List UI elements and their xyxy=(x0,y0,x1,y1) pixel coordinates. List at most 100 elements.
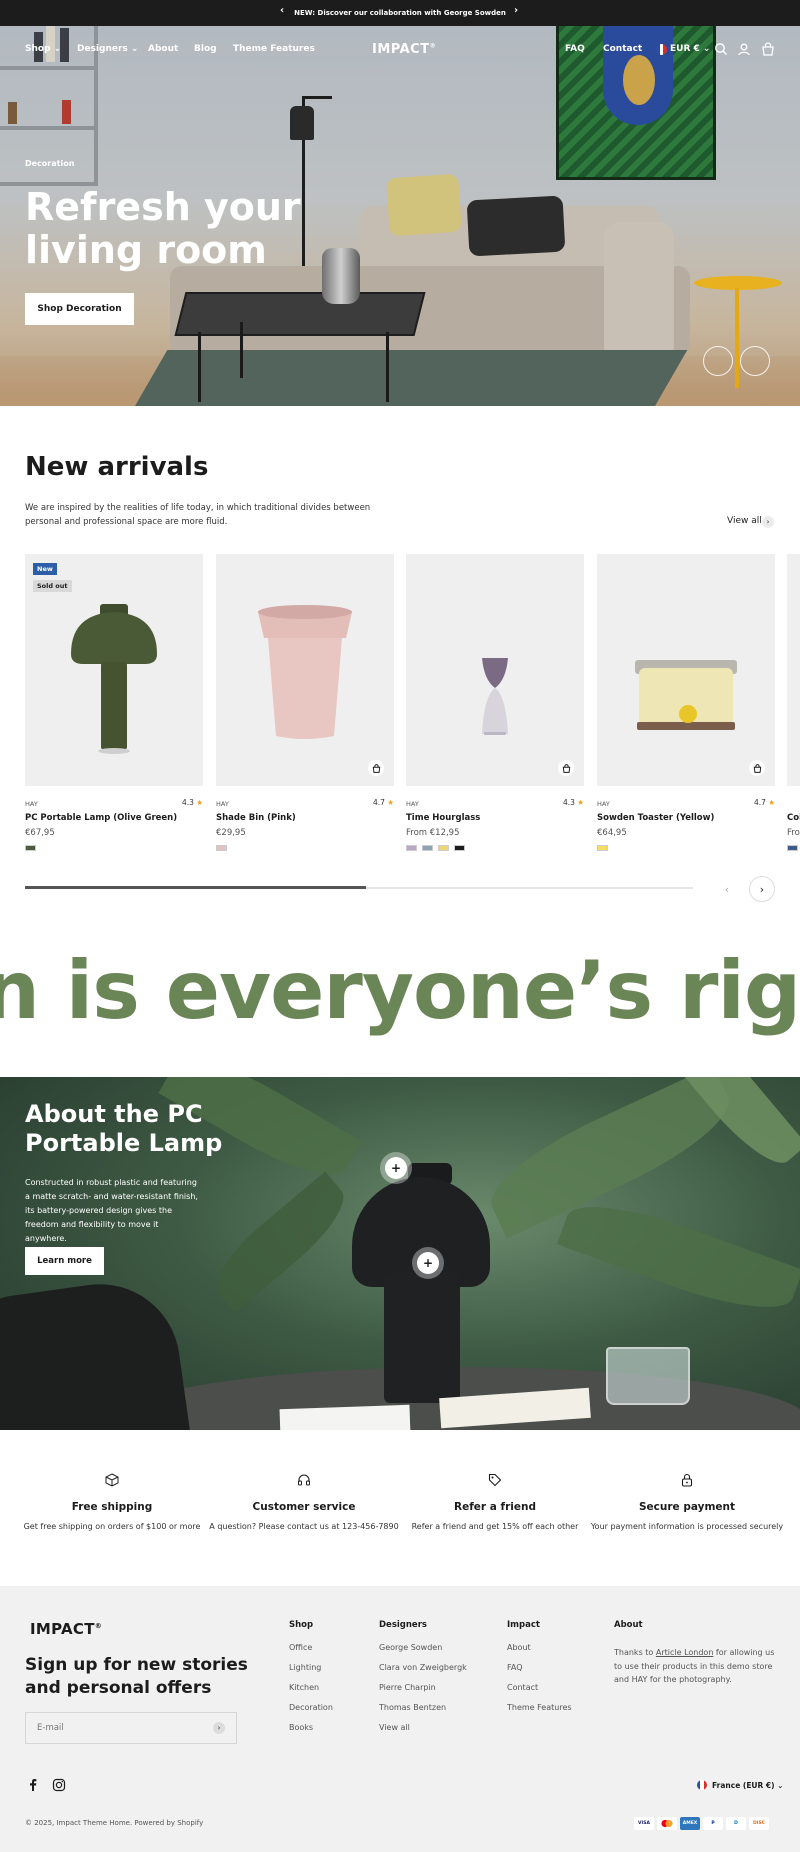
footer-link[interactable]: Kitchen xyxy=(289,1683,333,1703)
footer-link[interactable]: About xyxy=(507,1643,572,1663)
article-london-link[interactable]: Article London xyxy=(656,1648,714,1657)
logo[interactable]: IMPACT® xyxy=(372,42,436,57)
search-icon[interactable] xyxy=(714,42,728,56)
product-card[interactable]: New Sold out HAY 4.3 ★ PC Portable Lamp … xyxy=(25,554,203,851)
currency-selector[interactable]: EUR € ⌄ xyxy=(670,44,710,54)
product-hotspot[interactable]: + xyxy=(380,1152,412,1184)
view-all-link[interactable]: View all xyxy=(727,516,762,526)
feature-free-shipping: Free shipping Get free shipping on order… xyxy=(12,1472,212,1531)
product-name[interactable]: Col xyxy=(787,813,800,823)
feature-title: Customer service xyxy=(252,1501,356,1513)
nav-blog[interactable]: Blog xyxy=(194,44,217,54)
product-image[interactable]: New Sold out xyxy=(25,554,203,786)
product-name[interactable]: Time Hourglass xyxy=(406,813,584,823)
nav-shop[interactable]: Shop ⌄ xyxy=(25,44,61,54)
carousel-scrollbar-thumb[interactable] xyxy=(25,886,366,889)
about-lamp-title: About the PC Portable Lamp xyxy=(25,1100,223,1157)
footer-column-title: Impact xyxy=(507,1620,540,1630)
color-swatch[interactable] xyxy=(422,845,433,851)
footer-link[interactable]: Decoration xyxy=(289,1703,333,1723)
hero-slide-prev-button[interactable] xyxy=(703,346,733,376)
color-swatch[interactable] xyxy=(454,845,465,851)
carousel-prev-button[interactable]: ‹ xyxy=(714,876,740,902)
shop-decoration-button[interactable]: Shop Decoration xyxy=(25,293,134,325)
footer-link[interactable]: Clara von Zweigbergk xyxy=(379,1663,467,1683)
about-lamp-text: Constructed in robust plastic and featur… xyxy=(25,1178,198,1243)
hero-slide-next-button[interactable] xyxy=(740,346,770,376)
nav-designers[interactable]: Designers ⌄ xyxy=(77,44,138,54)
box-icon xyxy=(105,1473,119,1487)
footer-link[interactable]: Thomas Bentzen xyxy=(379,1703,467,1723)
facebook-icon[interactable] xyxy=(26,1778,40,1792)
footer-link[interactable]: FAQ xyxy=(507,1663,572,1683)
feature-text: Your payment information is processed se… xyxy=(590,1522,784,1531)
footer-link[interactable]: Lighting xyxy=(289,1663,333,1683)
quick-add-button[interactable] xyxy=(749,760,765,776)
nav-about[interactable]: About xyxy=(148,44,178,54)
product-card-partial[interactable]: Col From xyxy=(787,554,800,854)
learn-more-button[interactable]: Learn more xyxy=(25,1247,104,1275)
color-swatch[interactable] xyxy=(438,845,449,851)
paypal-icon: P xyxy=(703,1817,723,1830)
newsletter-title: Sign up for new stories and personal off… xyxy=(25,1655,248,1698)
product-vendor: HAY xyxy=(216,800,229,808)
product-name[interactable]: Sowden Toaster (Yellow) xyxy=(597,813,775,823)
country-selector[interactable]: France (EUR €) ⌄ xyxy=(712,1781,783,1790)
product-rating: 4.7 ★ xyxy=(753,798,775,807)
nav-contact[interactable]: Contact xyxy=(603,44,642,54)
newsletter-submit-button[interactable]: › xyxy=(213,1722,225,1734)
color-swatch[interactable] xyxy=(216,845,227,851)
announcement-prev-button[interactable]: ‹ xyxy=(280,5,284,16)
cart-icon[interactable] xyxy=(761,42,775,56)
product-card[interactable]: HAY 4.7 ★ Sowden Toaster (Yellow) €64,95 xyxy=(597,554,775,851)
email-input[interactable]: E-mail xyxy=(25,1712,237,1744)
view-all-arrow-icon[interactable]: › xyxy=(762,516,774,528)
hero-eyebrow: Decoration xyxy=(25,159,75,168)
product-image[interactable] xyxy=(216,554,394,786)
footer-column-title: Designers xyxy=(379,1620,427,1630)
footer-logo[interactable]: IMPACT® xyxy=(30,1620,102,1638)
quick-add-button[interactable] xyxy=(368,760,384,776)
instagram-icon[interactable] xyxy=(52,1778,66,1792)
mastercard-icon xyxy=(657,1817,677,1830)
product-image[interactable] xyxy=(597,554,775,786)
carousel-next-button[interactable]: › xyxy=(749,876,775,902)
footer-link[interactable]: View all xyxy=(379,1723,467,1743)
tag-icon xyxy=(488,1473,502,1487)
nav-faq[interactable]: FAQ xyxy=(565,44,585,54)
product-vendor: HAY xyxy=(25,800,38,808)
footer-link[interactable]: Books xyxy=(289,1723,333,1743)
product-name[interactable]: Shade Bin (Pink) xyxy=(216,813,394,823)
footer-link[interactable]: Pierre Charpin xyxy=(379,1683,467,1703)
product-card[interactable]: HAY 4.7 ★ Shade Bin (Pink) €29,95 xyxy=(216,554,394,851)
color-swatch[interactable] xyxy=(25,845,36,851)
new-arrivals-title: New arrivals xyxy=(25,452,209,482)
footer-link[interactable]: Office xyxy=(289,1643,333,1663)
product-card[interactable]: HAY 4.3 ★ Time Hourglass From €12,95 xyxy=(406,554,584,851)
nav-theme-features[interactable]: Theme Features xyxy=(233,44,315,54)
footer-link[interactable]: George Sowden xyxy=(379,1643,467,1663)
quick-add-button[interactable] xyxy=(558,760,574,776)
color-swatch[interactable] xyxy=(597,845,608,851)
announcement-text[interactable]: NEW: Discover our collaboration with Geo… xyxy=(294,9,506,17)
announcement-next-button[interactable]: › xyxy=(514,5,518,16)
product-image[interactable] xyxy=(406,554,584,786)
account-icon[interactable] xyxy=(737,42,751,56)
product-image[interactable] xyxy=(787,554,800,786)
product-hotspot[interactable]: + xyxy=(412,1247,444,1279)
chair-image xyxy=(0,1273,191,1430)
footer-column-impact: Impact About FAQ Contact Theme Features xyxy=(507,1620,572,1723)
hero-image-coffee-table xyxy=(174,292,426,336)
footer-about-text: Thanks to Article London for allowing us… xyxy=(614,1648,775,1684)
product-rating: 4.7 ★ xyxy=(372,798,394,807)
product-name[interactable]: PC Portable Lamp (Olive Green) xyxy=(25,813,203,823)
color-swatch[interactable] xyxy=(787,845,798,851)
star-icon: ★ xyxy=(387,798,394,807)
footer-link[interactable]: Contact xyxy=(507,1683,572,1703)
color-swatch[interactable] xyxy=(406,845,417,851)
footer-link[interactable]: Theme Features xyxy=(507,1703,572,1723)
footer-column-about: About xyxy=(614,1620,643,1643)
feature-secure-payment: Secure payment Your payment information … xyxy=(587,1472,787,1531)
glass-image xyxy=(606,1347,690,1405)
feature-customer-service: Customer service A question? Please cont… xyxy=(204,1472,404,1531)
